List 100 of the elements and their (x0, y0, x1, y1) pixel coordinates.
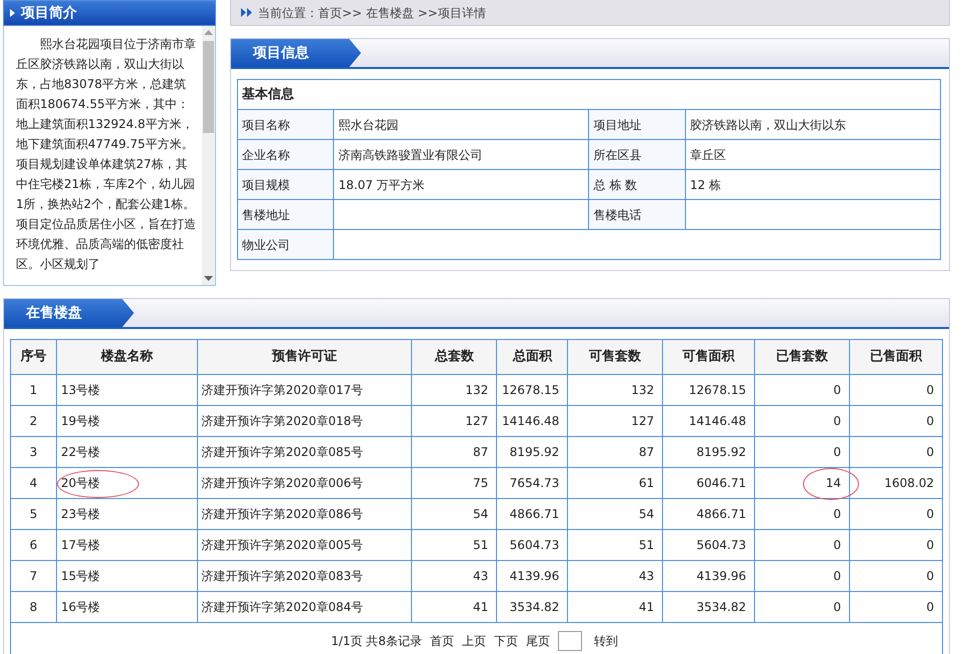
table-cell: 3534.82 (496, 592, 568, 622)
table-cell: 61 (568, 468, 663, 498)
column-header: 预售许可证 (197, 340, 412, 374)
table-cell: 0 (850, 498, 942, 530)
column-header: 总面积 (496, 340, 568, 374)
pager-link[interactable]: 上页 (462, 632, 486, 650)
table-cell: 3534.82 (662, 592, 755, 622)
table-cell: 8 (10, 592, 56, 622)
column-header: 可售面积 (662, 340, 755, 374)
table-cell: 4866.71 (662, 498, 755, 530)
column-header: 已售面积 (850, 340, 942, 374)
table-cell: 0 (754, 406, 850, 436)
field-value: 胶济铁路以南，双山大街以东 (685, 110, 940, 140)
table-cell: 43 (412, 560, 497, 592)
table-cell: 4 (10, 468, 56, 498)
table-cell: 济建开预许字第2020章018号 (197, 406, 412, 436)
table-cell: 75 (412, 468, 497, 498)
table-cell: 12678.15 (662, 374, 755, 406)
column-header: 已售套数 (754, 340, 850, 374)
table-cell: 54 (412, 498, 497, 530)
table-cell: 5604.73 (662, 530, 755, 560)
table-cell: 0 (850, 560, 942, 592)
table-cell: 1 (10, 374, 56, 406)
field-label: 所在区县 (588, 140, 686, 170)
pager-link[interactable]: 下页 (494, 632, 518, 650)
table-cell: 132 (412, 374, 497, 406)
table-cell: 15号楼 (56, 560, 198, 592)
table-cell: 23号楼 (56, 498, 198, 530)
field-value: 熙水台花园 (334, 110, 589, 140)
table-cell: 7 (10, 560, 56, 592)
table-cell: 4139.96 (496, 560, 568, 592)
table-cell: 济建开预许字第2020章084号 (197, 592, 412, 622)
table-cell: 0 (850, 406, 942, 436)
table-cell: 8195.92 (496, 436, 568, 468)
table-cell: 8195.92 (662, 436, 755, 468)
table-cell: 济建开预许字第2020章085号 (197, 436, 412, 468)
table-cell: 22号楼 (56, 436, 198, 468)
scrollbar[interactable] (202, 26, 215, 285)
table-cell: 6046.71 (662, 468, 755, 498)
table-cell: 5 (10, 498, 56, 530)
table-cell: 87 (412, 436, 497, 468)
table-cell: 济建开预许字第2020章086号 (197, 498, 412, 530)
field-label: 项目名称 (238, 110, 334, 140)
table-cell: 51 (412, 530, 497, 560)
table-cell: 0 (754, 498, 850, 530)
table-cell: 13号楼 (56, 374, 198, 406)
table-cell: 127 (568, 406, 663, 436)
table-cell: 51 (568, 530, 663, 560)
table-cell: 20号楼 (56, 468, 198, 498)
field-label: 项目规模 (238, 170, 334, 200)
caret-icon (10, 9, 15, 17)
pager-link[interactable]: 尾页 (526, 632, 550, 650)
table-cell: 0 (754, 592, 850, 622)
table-cell: 14146.48 (496, 406, 568, 436)
field-label: 总 栋 数 (588, 170, 686, 200)
table-cell: 4139.96 (662, 560, 755, 592)
table-cell: 0 (754, 530, 850, 560)
field-label: 售楼电话 (588, 200, 686, 230)
table-cell: 12678.15 (496, 374, 568, 406)
go-link[interactable]: 转到 (594, 632, 618, 650)
field-value: 12 栋 (685, 170, 940, 200)
field-value: 18.07 万平方米 (334, 170, 589, 200)
table-cell: 7654.73 (496, 468, 568, 498)
table-cell: 17号楼 (56, 530, 198, 560)
table-cell: 0 (850, 436, 942, 468)
table-cell: 3 (10, 436, 56, 468)
table-cell: 济建开预许字第2020章005号 (197, 530, 412, 560)
field-label: 企业名称 (238, 140, 334, 170)
table-cell: 5604.73 (496, 530, 568, 560)
page-summary: 1/1页 共8条记录 (331, 632, 422, 650)
scroll-thumb[interactable] (203, 41, 214, 133)
page-input[interactable] (558, 630, 582, 650)
column-header: 楼盘名称 (56, 340, 198, 374)
scroll-down-icon[interactable] (204, 276, 213, 281)
table-cell: 132 (568, 374, 663, 406)
table-cell: 济建开预许字第2020章006号 (197, 468, 412, 498)
table-cell: 4866.71 (496, 498, 568, 530)
table-cell: 127 (412, 406, 497, 436)
breadcrumb-text: 当前位置：首页>> 在售楼盘 >>项目详情 (258, 4, 486, 22)
column-header: 可售套数 (568, 340, 663, 374)
field-value: 济南高铁路骏置业有限公司 (334, 140, 589, 170)
double-arrow-icon (241, 8, 252, 17)
table-title: 基本信息 (238, 80, 940, 110)
table-cell: 2 (10, 406, 56, 436)
table-cell: 0 (850, 592, 942, 622)
field-value: 章丘区 (685, 140, 940, 170)
scroll-up-icon[interactable] (204, 30, 213, 35)
table-cell: 0 (754, 436, 850, 468)
table-cell: 0 (850, 530, 942, 560)
column-header: 总套数 (412, 340, 497, 374)
description-paragraph: 熙水台花园项目位于济南市章丘区胶济铁路以南，双山大街以东，占地83078平方米，总建筑面积180674.55平方米，其中：地上建筑面积132924.8平方米，地下建筑面积47749.75平方米。项目规划建设单体建筑27栋，其中住宅楼21栋，车库2个，幼儿园1所，换热站2个，配套公建1栋。项目定位品质居住小区，旨在打造环境优雅、品质高端的低密度社区。小区规划了 (15, 36, 197, 273)
field-label: 项目地址 (588, 110, 686, 140)
field-label: 售楼地址 (238, 200, 334, 230)
pager-link[interactable]: 首页 (430, 632, 454, 650)
table-cell: 41 (568, 592, 663, 622)
table-cell: 19号楼 (56, 406, 198, 436)
table-cell: 济建开预许字第2020章017号 (197, 374, 412, 406)
section-title: 项目简介 (21, 4, 77, 22)
table-cell: 16号楼 (56, 592, 198, 622)
table-cell: 0 (754, 374, 850, 406)
